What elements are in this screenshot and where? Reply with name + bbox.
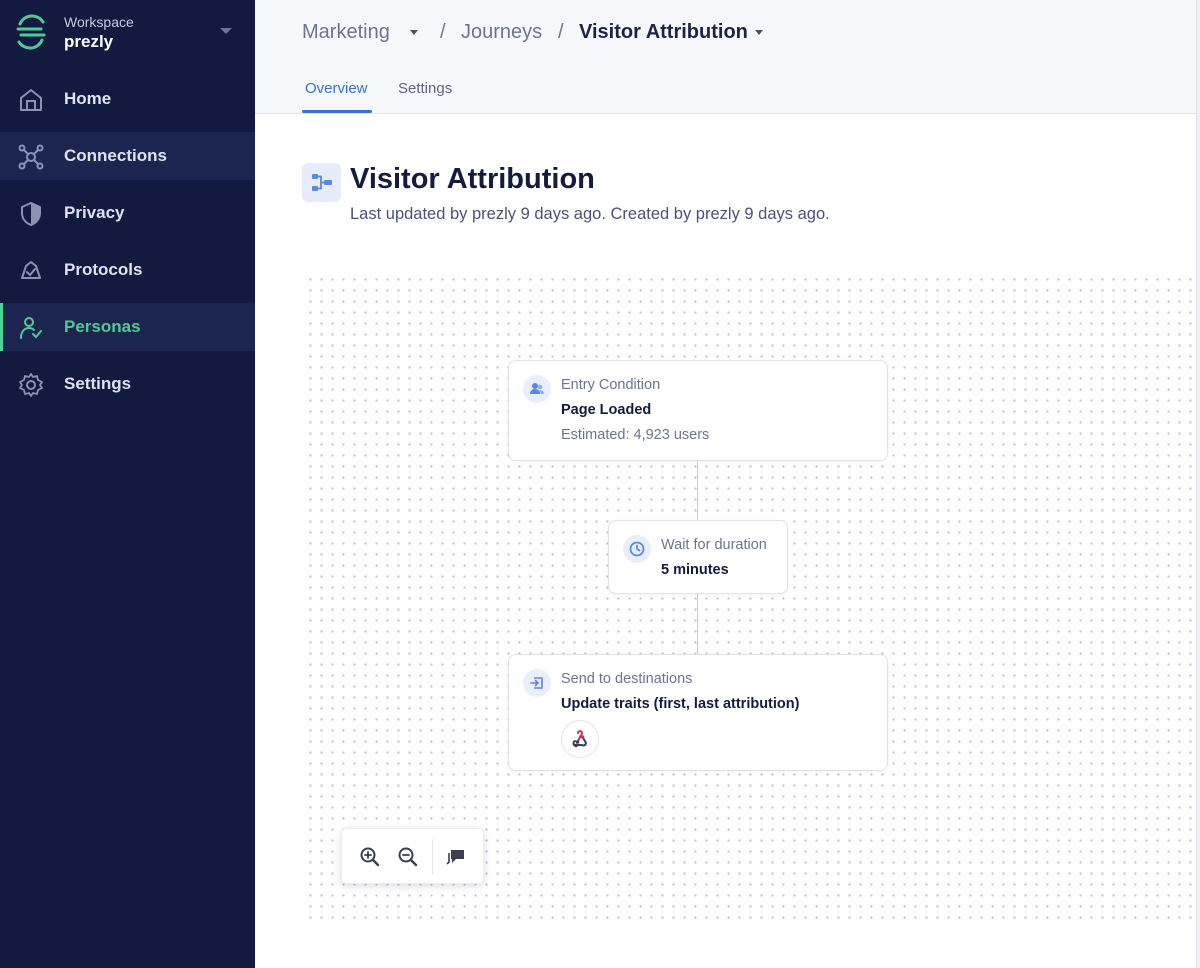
zoom-in-icon[interactable]	[358, 845, 382, 869]
journey-icon	[302, 163, 341, 202]
sidebar-item-label: Settings	[64, 374, 132, 393]
workspace-label: Workspace	[64, 14, 134, 30]
sidebar-item-label: Personas	[64, 317, 141, 336]
gear-icon	[19, 373, 43, 397]
node-label: Wait for duration	[661, 537, 767, 553]
users-icon	[523, 375, 551, 403]
node-value: Update traits (first, last attribution)	[561, 696, 800, 712]
sidebar-item-protocols[interactable]: Protocols	[0, 246, 255, 294]
chevron-down-icon[interactable]	[755, 30, 763, 35]
clock-icon	[623, 535, 651, 563]
scrollbar-track[interactable]	[1196, 0, 1200, 968]
page-title: Visitor Attribution	[350, 163, 595, 195]
node-label: Send to destinations	[561, 671, 693, 687]
chevron-down-icon[interactable]	[410, 30, 418, 35]
workspace-name: prezly	[64, 32, 114, 51]
breadcrumb-separator: /	[440, 21, 446, 43]
tab-active-indicator	[302, 110, 372, 113]
send-icon	[523, 669, 551, 697]
breadcrumb-marketing[interactable]: Marketing	[302, 21, 390, 44]
personas-icon	[20, 317, 42, 339]
breadcrumb-separator: /	[558, 21, 564, 43]
connector-line	[697, 594, 698, 654]
chevron-down-icon[interactable]	[220, 28, 232, 34]
connector-line	[697, 461, 698, 520]
segment-logo-icon	[16, 14, 46, 50]
node-label: Entry Condition	[561, 377, 661, 393]
sidebar-item-settings[interactable]: Settings	[0, 360, 255, 408]
sidebar-item-label: Protocols	[64, 260, 143, 279]
home-icon	[20, 89, 42, 111]
sidebar-item-home[interactable]: Home	[0, 75, 255, 123]
connections-icon	[18, 144, 44, 170]
node-value: Page Loaded	[561, 402, 652, 418]
wait-node[interactable]: Wait for duration 5 minutes	[608, 520, 788, 594]
comment-icon[interactable]	[445, 845, 469, 869]
webhook-icon[interactable]	[561, 720, 599, 758]
sidebar-item-label: Connections	[64, 146, 167, 165]
node-meta: Estimated: 4,923 users	[561, 427, 710, 443]
node-value: 5 minutes	[661, 562, 729, 578]
page-subtitle: Last updated by prezly 9 days ago. Creat…	[350, 205, 830, 223]
tab-overview[interactable]: Overview	[305, 80, 368, 97]
sidebar-item-connections[interactable]: Connections	[0, 132, 255, 180]
sidebar-item-label: Home	[64, 89, 112, 108]
toolbar-divider	[432, 839, 433, 875]
sidebar-item-privacy[interactable]: Privacy	[0, 189, 255, 237]
workspace-switcher[interactable]: Workspace prezly	[0, 0, 255, 68]
sidebar-item-label: Privacy	[64, 203, 125, 222]
zoom-out-icon[interactable]	[396, 845, 420, 869]
breadcrumb-current: Visitor Attribution	[579, 21, 748, 43]
page-header	[255, 0, 1200, 114]
protocols-icon	[21, 261, 41, 279]
send-destinations-node[interactable]: Send to destinations Update traits (firs…	[508, 654, 888, 771]
tab-settings[interactable]: Settings	[398, 80, 452, 97]
shield-icon	[21, 202, 41, 226]
sidebar-item-personas[interactable]: Personas	[0, 303, 255, 351]
sidebar: Workspace prezly Home Connections Privac…	[0, 0, 255, 968]
entry-condition-node[interactable]: Entry Condition Page Loaded Estimated: 4…	[508, 360, 888, 461]
canvas-toolbar	[341, 828, 484, 884]
breadcrumb-journeys[interactable]: Journeys	[461, 21, 542, 44]
